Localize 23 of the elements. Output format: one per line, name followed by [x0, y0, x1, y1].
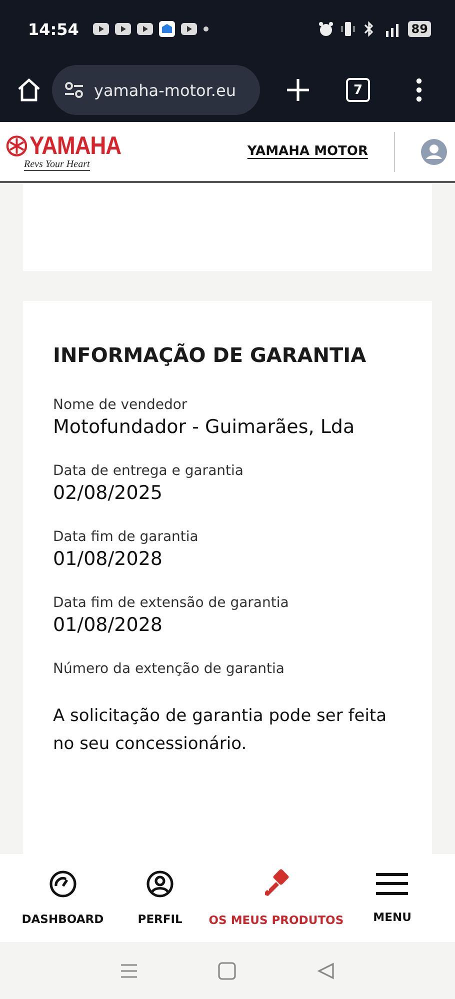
field-value: 01/08/2028 [53, 614, 164, 636]
field-value: 01/08/2028 [53, 548, 164, 570]
url-text: yamaha-motor.eu [94, 80, 236, 100]
nav-tab[interactable]: MENU [344, 872, 441, 924]
tab-count-button[interactable]: 7 [346, 78, 370, 102]
field-value: 02/08/2025 [53, 482, 164, 504]
field-label: Data de entrega e garantia [53, 463, 244, 479]
logo-tagline: Revs Your Heart [24, 158, 90, 170]
nav-tab[interactable]: OS MEUS PRODUTOS [208, 869, 344, 927]
field-value: Motofundador - Guimarães, Lda [53, 416, 356, 438]
section-title: INFORMAÇÃO DE GARANTIA [53, 343, 368, 367]
field-label: Data fim de garantia [53, 529, 200, 545]
address-bar[interactable]: yamaha-motor.eu [52, 65, 260, 115]
field-label: Número da extenção de garantia [53, 661, 286, 677]
logo-text: YAMAHA [29, 130, 121, 160]
nav-tab[interactable]: DASHBOARD [14, 870, 112, 926]
header-link[interactable]: YAMAHA MOTOR [247, 144, 368, 159]
warranty-note: A solicitação de garantia pode ser feita no seu concessionário. [53, 705, 388, 756]
field-label: Data fim de extensão de garantia [53, 595, 290, 611]
battery-indicator: 89 [408, 21, 431, 37]
status-time: 14:54 [28, 20, 79, 38]
field-label: Nome de vendedor [53, 397, 188, 413]
nav-tab[interactable]: PERFIL [111, 870, 209, 926]
